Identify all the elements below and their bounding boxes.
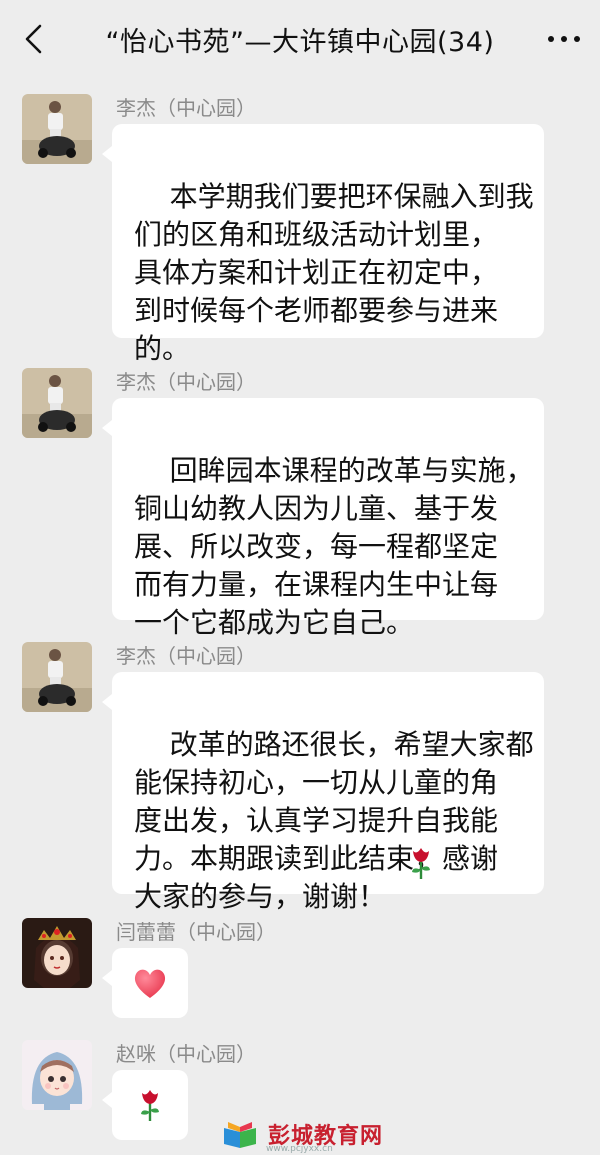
avatar-child-on-toy-car bbox=[22, 642, 92, 712]
chat-title: “怡心书苑”—大许镇中心园(34) bbox=[105, 26, 495, 58]
more-options-button[interactable] bbox=[544, 28, 584, 50]
avatar-child-on-toy-car bbox=[22, 94, 92, 164]
avatar-anime-girl-headdress bbox=[22, 918, 92, 988]
watermark: 彭城教育网 www.pcjyxx.cn bbox=[220, 1118, 383, 1154]
book-logo-icon bbox=[224, 1122, 256, 1148]
avatar[interactable] bbox=[22, 368, 92, 438]
chevron-left-icon bbox=[25, 24, 42, 54]
rose-icon bbox=[141, 1090, 159, 1121]
avatar-cartoon-girl-hood bbox=[22, 1040, 92, 1110]
back-button[interactable] bbox=[18, 20, 52, 58]
message-bubble[interactable] bbox=[102, 1070, 188, 1140]
message-text: 本学期我们要把环保融入到我 们的区角和班级活动计划里， 具体方案和计划正在初定中… bbox=[134, 180, 534, 365]
message-text: 改革的路还很长，希望大家都 能保持初心，一切从儿童的角 度出发，认真学习提升自我… bbox=[134, 728, 534, 913]
chat-header: “怡心书苑”—大许镇中心园(34) bbox=[0, 0, 600, 78]
avatar-child-on-toy-car bbox=[22, 368, 92, 438]
message-bubble[interactable]: 回眸园本课程的改革与实施， 铜山幼教人因为儿童、基于发 展、所以改变，每一程都坚… bbox=[102, 398, 544, 639]
avatar[interactable] bbox=[22, 918, 92, 988]
more-horizontal-icon bbox=[548, 36, 580, 42]
message-text: 回眸园本课程的改革与实施， 铜山幼教人因为儿童、基于发 展、所以改变，每一程都坚… bbox=[134, 454, 534, 639]
message-bubble[interactable]: 改革的路还很长，希望大家都 能保持初心，一切从儿童的角 度出发，认真学习提升自我… bbox=[102, 672, 544, 913]
sender-name: 李杰（中心园） bbox=[116, 370, 256, 394]
sender-name: 赵咪（中心园） bbox=[116, 1042, 256, 1066]
rose-icon bbox=[412, 848, 430, 879]
heart-icon bbox=[134, 969, 166, 998]
message-bubble[interactable] bbox=[102, 948, 188, 1018]
sender-name: 李杰（中心园） bbox=[116, 644, 256, 668]
sender-name: 李杰（中心园） bbox=[116, 96, 256, 120]
avatar[interactable] bbox=[22, 94, 92, 164]
avatar[interactable] bbox=[22, 1040, 92, 1110]
watermark-url: www.pcjyxx.cn bbox=[266, 1144, 333, 1154]
message-bubble[interactable]: 本学期我们要把环保融入到我 们的区角和班级活动计划里， 具体方案和计划正在初定中… bbox=[102, 124, 544, 365]
avatar[interactable] bbox=[22, 642, 92, 712]
sender-name: 闫蕾蕾（中心园） bbox=[116, 920, 276, 944]
